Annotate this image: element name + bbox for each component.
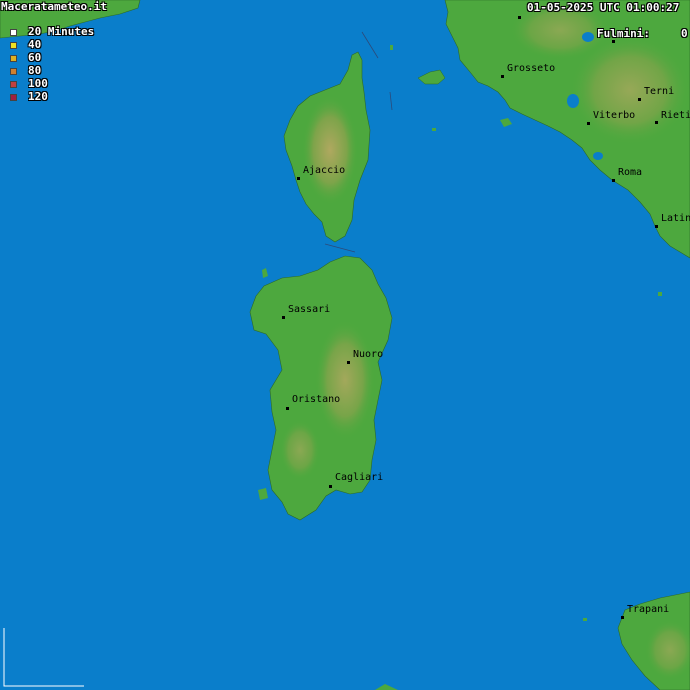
legend-label: 20 Minutes	[28, 25, 95, 38]
legend-swatch	[10, 29, 17, 36]
city-marker	[347, 361, 350, 364]
site-title: Maceratameteo.it	[1, 0, 107, 13]
city-marker	[638, 98, 641, 101]
city-marker	[297, 177, 300, 180]
city-label-roma: Roma	[618, 167, 643, 178]
city-label-grosseto: Grosseto	[507, 63, 556, 74]
lake-bolsena	[567, 94, 579, 108]
city-label-oristano: Oristano	[292, 394, 341, 405]
city-marker	[655, 121, 658, 124]
city-marker	[329, 485, 332, 488]
city-label-latina: Latin	[661, 213, 690, 224]
legend-label: 80	[28, 64, 42, 77]
city-label-nuoro: Nuoro	[353, 349, 384, 360]
city-marker	[612, 179, 615, 182]
city-marker	[621, 616, 624, 619]
city-label-viterbo: Viterbo	[593, 110, 636, 121]
lightning-count: 0	[681, 27, 688, 40]
legend-label: 60	[28, 51, 42, 64]
legend-swatch	[10, 55, 17, 62]
legend-swatch	[10, 94, 17, 101]
city-marker	[612, 40, 615, 43]
lightning-label: Fulmini:	[597, 27, 650, 40]
legend-swatch	[10, 42, 17, 49]
timestamp: 01-05-2025 UTC 01:00:27	[527, 1, 680, 14]
city-marker	[587, 122, 590, 125]
city-label-cagliari: Cagliari	[335, 472, 384, 483]
city-label-rieti: Rieti	[661, 110, 690, 121]
legend-swatch	[10, 68, 17, 75]
city-label-terni: Terni	[644, 86, 675, 97]
city-marker	[286, 407, 289, 410]
map-canvas	[0, 0, 690, 690]
lake-bracciano	[593, 152, 603, 160]
city-label-ajaccio: Ajaccio	[303, 165, 346, 176]
city-label-sassari: Sassari	[288, 304, 331, 315]
city-label-trapani: Trapani	[627, 604, 670, 615]
city-marker	[282, 316, 285, 319]
legend-label: 40	[28, 38, 42, 51]
city-marker	[518, 16, 521, 19]
city-marker	[655, 225, 658, 228]
legend-swatch	[10, 81, 17, 88]
legend-label: 100	[28, 77, 48, 90]
city-marker	[501, 75, 504, 78]
relief-sardinia	[315, 320, 375, 440]
legend-label: 120	[28, 90, 48, 103]
relief-corsica	[302, 95, 358, 205]
